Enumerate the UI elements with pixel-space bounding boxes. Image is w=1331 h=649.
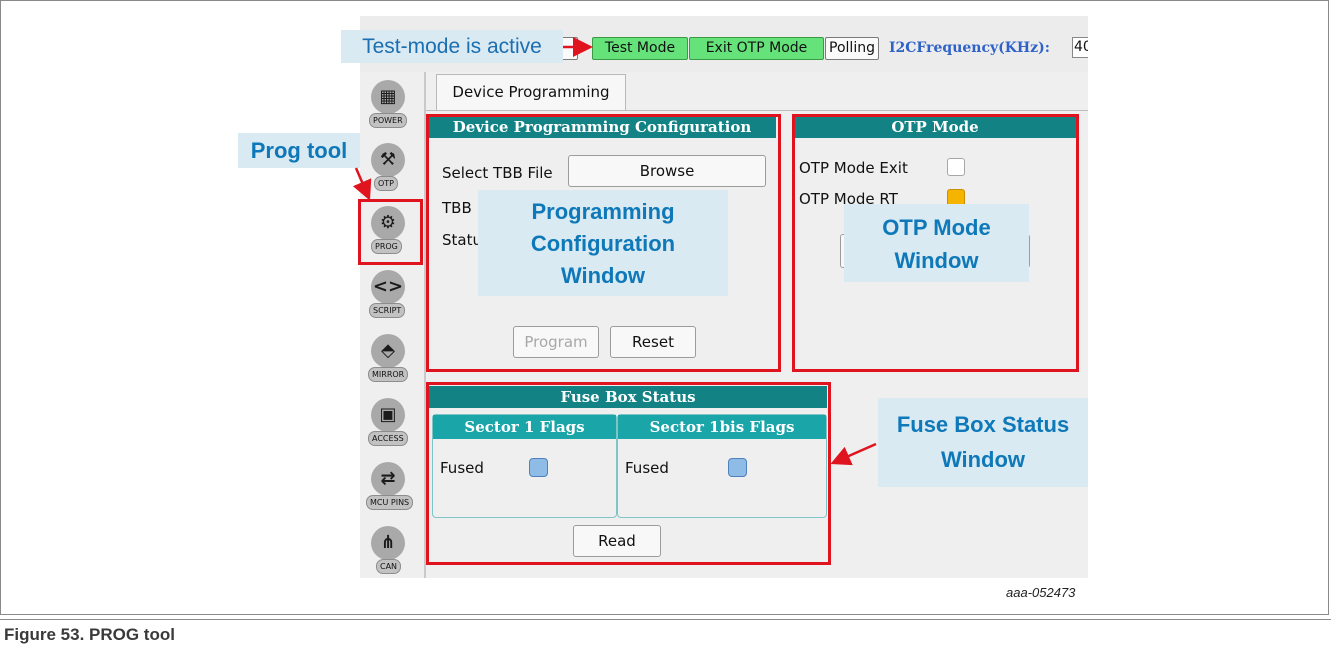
polling-button[interactable]: Polling [825, 37, 879, 60]
sidebar-item-access[interactable]: ▣ ACCESS [360, 398, 420, 462]
test-mode-callout: Test-mode is active [341, 30, 563, 63]
mirror-icon: ⬘ [371, 334, 405, 368]
pins-icon: ⇄ [371, 462, 405, 496]
callout-line: Window [894, 248, 979, 273]
sidebar-item-mirror[interactable]: ⬘ MIRROR [360, 334, 420, 398]
callout-line: OTP Mode [882, 215, 991, 240]
callout-line: Configuration [530, 231, 676, 256]
fuse-window-highlight [426, 382, 831, 565]
prog-tool-highlight [358, 199, 423, 265]
calculator-icon: ▦ [371, 80, 405, 114]
sidebar-item-mcu-pins[interactable]: ⇄ MCU PINS [360, 462, 420, 526]
hammer-icon: ⚒ [371, 143, 405, 177]
sidebar-item-label: ACCESS [368, 431, 408, 446]
tab-device-programming[interactable]: Device Programming [436, 74, 626, 110]
prog-tool-callout-text: Prog tool [250, 138, 348, 163]
test-mode-button[interactable]: Test Mode [592, 37, 688, 60]
sidebar-item-label: CAN [376, 559, 402, 574]
i2c-frequency-label: I2CFrequency(KHz): [889, 40, 1050, 56]
network-icon: ⋔ [371, 526, 405, 560]
i2c-frequency-input[interactable]: 40 [1072, 37, 1088, 58]
tab-strip: Device Programming [426, 72, 1088, 111]
sidebar-item-label: OTP [374, 176, 399, 191]
callout-line: Programming [531, 199, 675, 224]
sidebar-item-otp[interactable]: ⚒ OTP [360, 143, 420, 207]
sidebar-item-label: SCRIPT [369, 303, 406, 318]
sidebar-item-can[interactable]: ⋔ CAN [360, 526, 420, 578]
programming-config-callout: Programming Configuration Window [478, 190, 728, 296]
test-mode-callout-text: Test-mode is active [362, 35, 542, 58]
chip-icon: ▣ [371, 398, 405, 432]
figure-caption: Figure 53. PROG tool [0, 619, 1331, 648]
fuse-box-callout: Fuse Box Status Window [878, 398, 1088, 487]
figure-id: aaa-052473 [1006, 585, 1076, 600]
prog-tool-callout: Prog tool [238, 133, 360, 168]
code-icon: <> [371, 270, 405, 304]
callout-line: Window [560, 263, 646, 288]
callout-line: Fuse Box Status [896, 412, 1070, 437]
sidebar-item-label: MIRROR [368, 367, 409, 382]
tool-sidebar: ▦ POWER ⚒ OTP ⚙ PROG <> SCRIPT ⬘ MIRROR … [360, 72, 426, 578]
sidebar-item-script[interactable]: <> SCRIPT [360, 270, 420, 334]
sidebar-item-label: MCU PINS [366, 495, 414, 510]
exit-otp-mode-button[interactable]: Exit OTP Mode [689, 37, 824, 60]
sidebar-item-label: POWER [369, 113, 407, 128]
callout-line: Window [940, 447, 1026, 472]
sidebar-item-power[interactable]: ▦ POWER [360, 80, 420, 144]
otp-mode-callout: OTP Mode Window [844, 204, 1029, 282]
